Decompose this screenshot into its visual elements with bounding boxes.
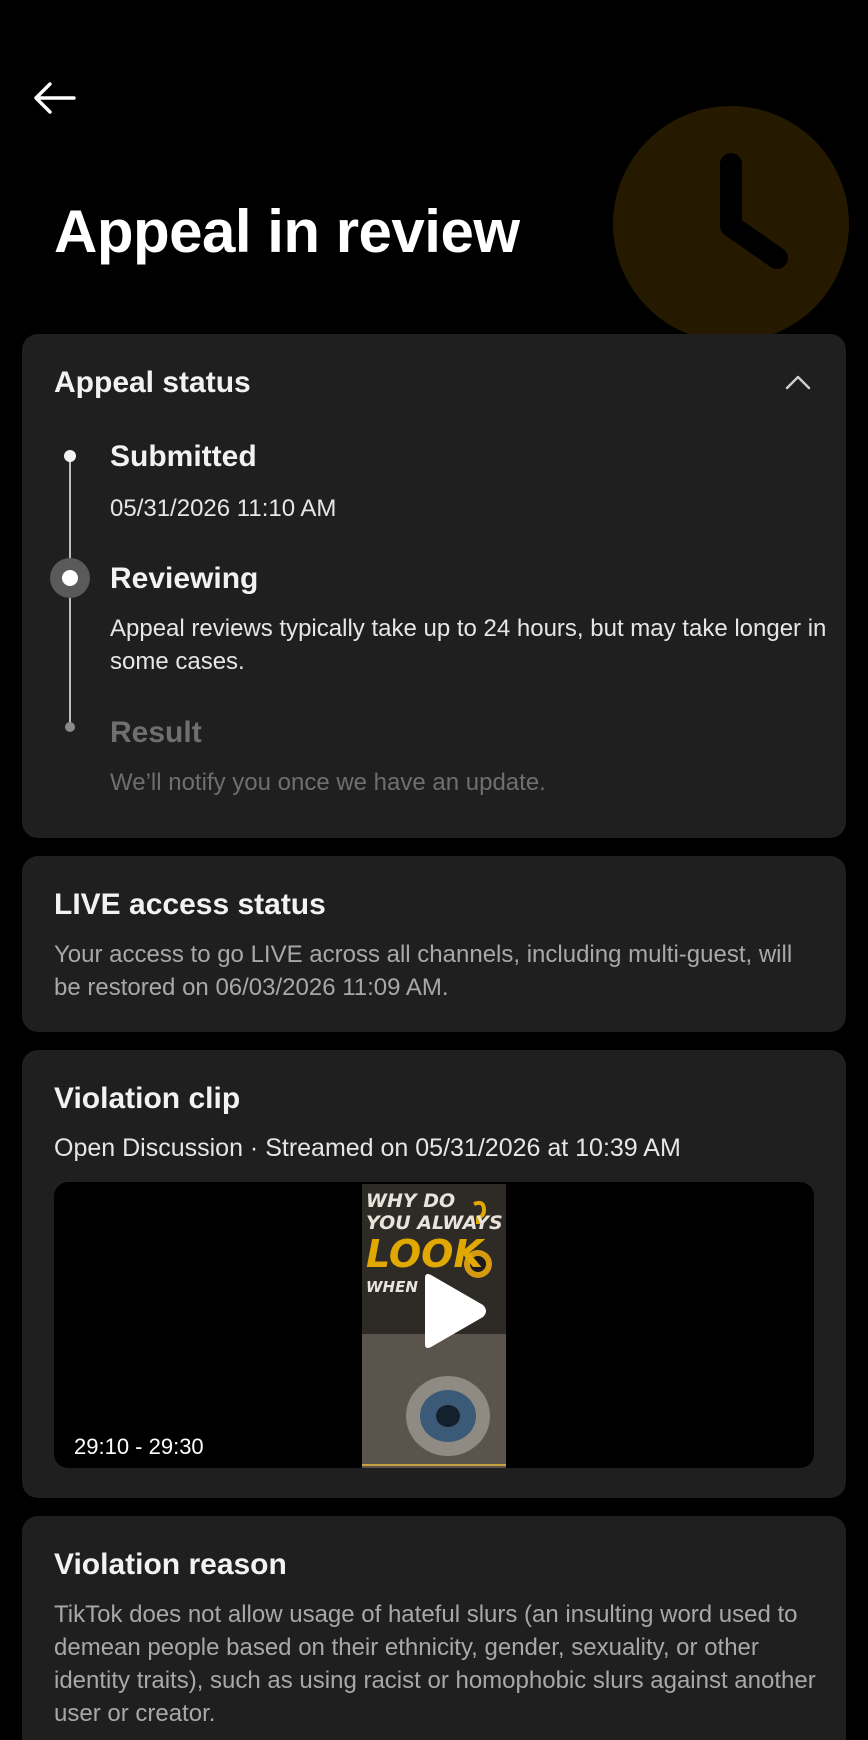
violation-reason-title: Violation reason	[54, 1548, 287, 1581]
arrow-left-icon	[34, 82, 76, 114]
step-dot-result	[65, 722, 75, 732]
step-title-reviewing: Reviewing	[110, 562, 259, 595]
clip-time-range: 29:10 - 29:30	[74, 1434, 204, 1459]
live-access-card: LIVE access status Your access to go LIV…	[22, 856, 846, 1032]
step-desc-result: We’ll notify you once we have an update.	[110, 769, 546, 796]
clip-meta: Open Discussion · Streamed on 05/31/2026…	[54, 1134, 681, 1162]
violation-reason-card: Violation reason TikTok does not allow u…	[22, 1516, 846, 1740]
step-dot-submitted	[64, 450, 76, 462]
play-icon[interactable]	[403, 1266, 493, 1356]
violation-reason-body: TikTok does not allow usage of hateful s…	[54, 1601, 816, 1727]
thumbnail-text-line: WHY DO	[366, 1190, 456, 1212]
back-button[interactable]	[28, 72, 80, 124]
live-access-body: Your access to go LIVE across all channe…	[54, 941, 793, 1001]
step-title-result: Result	[110, 716, 202, 749]
live-access-title: LIVE access status	[54, 888, 326, 921]
clock-icon	[613, 106, 849, 342]
appeal-status-card: Appeal status Submitted 05/31/2026 11:10…	[22, 334, 846, 838]
step-desc-submitted: 05/31/2026 11:10 AM	[110, 495, 337, 522]
thumbnail-text-line: YOU ALWAYS	[366, 1212, 503, 1234]
chevron-up-icon	[785, 375, 811, 390]
collapse-button[interactable]	[776, 360, 820, 404]
step-desc-reviewing: Appeal reviews typically take up to 24 h…	[110, 615, 827, 675]
page-title: Appeal in review	[54, 198, 520, 265]
violation-clip-card: Violation clip Open Discussion · Streame…	[22, 1050, 846, 1498]
video-player[interactable]: WHY DO YOU ALWAYS LOOK WHEN 29:10 - 29:3…	[54, 1182, 814, 1468]
appeal-status-title: Appeal status	[54, 366, 251, 399]
step-dot-reviewing	[62, 570, 78, 586]
step-title-submitted: Submitted	[110, 440, 257, 473]
violation-clip-title: Violation clip	[54, 1082, 241, 1115]
